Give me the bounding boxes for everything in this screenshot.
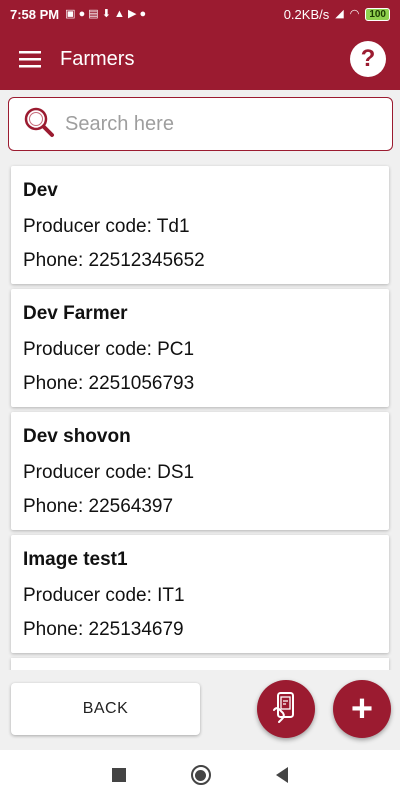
farmer-card[interactable]: Image test1 Producer code: IT1 Phone: 22… bbox=[11, 535, 389, 653]
add-icon: + bbox=[350, 687, 374, 730]
bottom-action-bar: BACK + bbox=[0, 670, 400, 750]
back-nav-icon[interactable] bbox=[275, 767, 288, 783]
farmer-name: Dev Farmer bbox=[23, 303, 128, 324]
farmer-card[interactable]: Dev Farmer Producer code: PC1 Phone: 225… bbox=[11, 289, 389, 407]
farmer-phone: Phone: 2251056793 bbox=[23, 373, 195, 394]
phone-scan-icon bbox=[269, 690, 303, 729]
menu-icon[interactable] bbox=[0, 28, 60, 90]
app-bar: Farmers ? bbox=[0, 28, 400, 90]
notification-icons: ▣ ● ▤ ⬇ ▲ ▶ ● bbox=[65, 7, 147, 20]
farmer-producer-code: Producer code: DS1 bbox=[23, 462, 195, 483]
phone-scan-button[interactable] bbox=[257, 680, 315, 738]
recents-icon[interactable] bbox=[112, 768, 127, 782]
farmer-card[interactable]: Dev shovon Producer code: DS1 Phone: 225… bbox=[11, 412, 389, 530]
farmer-producer-code: Producer code: IT1 bbox=[23, 585, 185, 606]
status-time: 7:58 PM bbox=[10, 6, 60, 22]
page-title: Farmers bbox=[60, 47, 135, 70]
farmer-producer-code: Producer code: Td1 bbox=[23, 216, 190, 237]
search-bar[interactable] bbox=[8, 97, 393, 151]
help-icon[interactable]: ? bbox=[350, 41, 386, 77]
back-button[interactable]: BACK bbox=[11, 683, 200, 735]
system-nav-bar bbox=[0, 750, 400, 800]
farmer-phone: Phone: 225134679 bbox=[23, 619, 184, 640]
farmer-card[interactable]: Dev Producer code: Td1 Phone: 2251234565… bbox=[11, 166, 389, 284]
wifi-icon: ◠ bbox=[349, 7, 360, 20]
farmer-name: Image test1 bbox=[23, 549, 128, 570]
battery-indicator: 100 bbox=[365, 7, 390, 21]
farmer-list: Dev Producer code: Td1 Phone: 2251234565… bbox=[11, 166, 389, 678]
status-bar: 7:58 PM ▣ ● ▤ ⬇ ▲ ▶ ● 0.2KB/s ◢ ◠ 100 bbox=[0, 0, 400, 28]
farmer-producer-code: Producer code: PC1 bbox=[23, 339, 195, 360]
search-input[interactable] bbox=[65, 112, 365, 136]
farmer-name: Dev shovon bbox=[23, 426, 131, 447]
add-farmer-button[interactable]: + bbox=[333, 680, 391, 738]
farmer-phone: Phone: 22564397 bbox=[23, 496, 174, 517]
search-icon bbox=[23, 106, 55, 143]
farmer-phone: Phone: 22512345652 bbox=[23, 250, 205, 271]
home-icon[interactable] bbox=[190, 765, 211, 785]
farmer-name: Dev bbox=[23, 180, 58, 201]
signal-icon: ◢ bbox=[335, 7, 344, 20]
network-speed: 0.2KB/s bbox=[283, 6, 330, 22]
